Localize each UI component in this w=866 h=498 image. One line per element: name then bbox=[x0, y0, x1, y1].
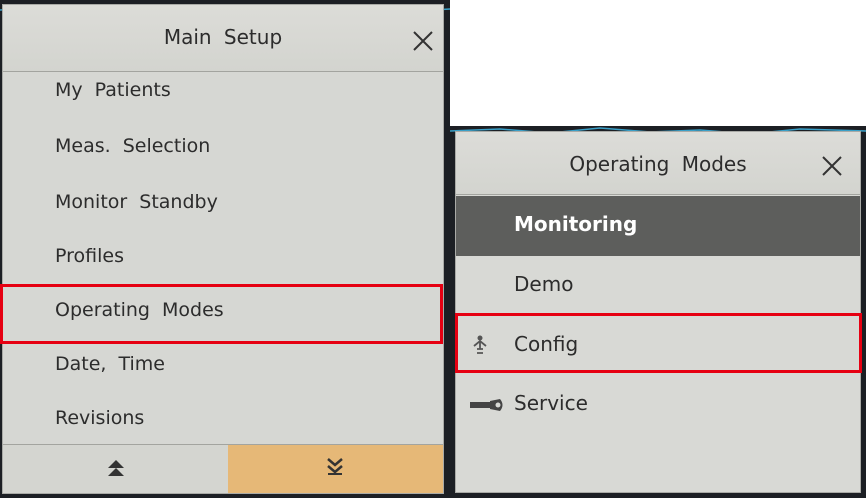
menu-item-date-time[interactable]: Date, Time bbox=[3, 339, 443, 393]
menu-item-operating-modes[interactable]: Operating Modes bbox=[3, 285, 443, 339]
close-icon[interactable] bbox=[820, 154, 848, 182]
main-setup-header: Main Setup bbox=[3, 5, 443, 72]
menu-item-revisions[interactable]: Revisions bbox=[3, 393, 443, 447]
operating-modes-title: Operating Modes bbox=[569, 152, 747, 176]
mode-item-label: Monitoring bbox=[514, 212, 638, 236]
menu-item-label: Date, Time bbox=[55, 353, 165, 375]
operating-modes-panel: Operating Modes Monitoring Demo Config S… bbox=[455, 131, 861, 493]
menu-item-label: My Patients bbox=[55, 79, 171, 101]
double-chevron-up-icon bbox=[108, 460, 124, 476]
menu-item-label: Meas. Selection bbox=[55, 135, 211, 157]
page-down-button[interactable] bbox=[228, 445, 443, 493]
menu-item-my-patients[interactable]: My Patients bbox=[3, 65, 443, 119]
menu-item-label: Monitor Standby bbox=[55, 191, 218, 213]
close-icon[interactable] bbox=[411, 29, 439, 57]
menu-item-profiles[interactable]: Profiles bbox=[3, 231, 443, 285]
mode-item-service[interactable]: Service bbox=[456, 375, 860, 435]
menu-item-monitor-standby[interactable]: Monitor Standby bbox=[3, 177, 443, 231]
mode-item-demo[interactable]: Demo bbox=[456, 256, 860, 316]
menu-item-label: Profiles bbox=[55, 245, 124, 267]
mode-item-monitoring[interactable]: Monitoring bbox=[456, 196, 860, 256]
main-setup-title: Main Setup bbox=[163, 25, 283, 49]
double-chevron-down-icon bbox=[327, 458, 343, 475]
mode-item-label: Service bbox=[514, 391, 588, 415]
operating-modes-header: Operating Modes bbox=[456, 132, 860, 195]
main-setup-footer bbox=[3, 444, 443, 493]
mode-item-config[interactable]: Config bbox=[456, 316, 860, 376]
config-person-icon bbox=[470, 334, 490, 360]
menu-item-label: Operating Modes bbox=[55, 299, 224, 321]
wrench-icon bbox=[470, 397, 504, 416]
main-setup-panel: Main Setup My Patients Meas. Selection M… bbox=[2, 4, 444, 494]
mode-item-label: Demo bbox=[514, 272, 574, 296]
mode-item-label: Config bbox=[514, 332, 579, 356]
menu-item-meas-selection[interactable]: Meas. Selection bbox=[3, 121, 443, 175]
page-up-button[interactable] bbox=[3, 445, 228, 493]
menu-item-label: Revisions bbox=[55, 407, 145, 429]
